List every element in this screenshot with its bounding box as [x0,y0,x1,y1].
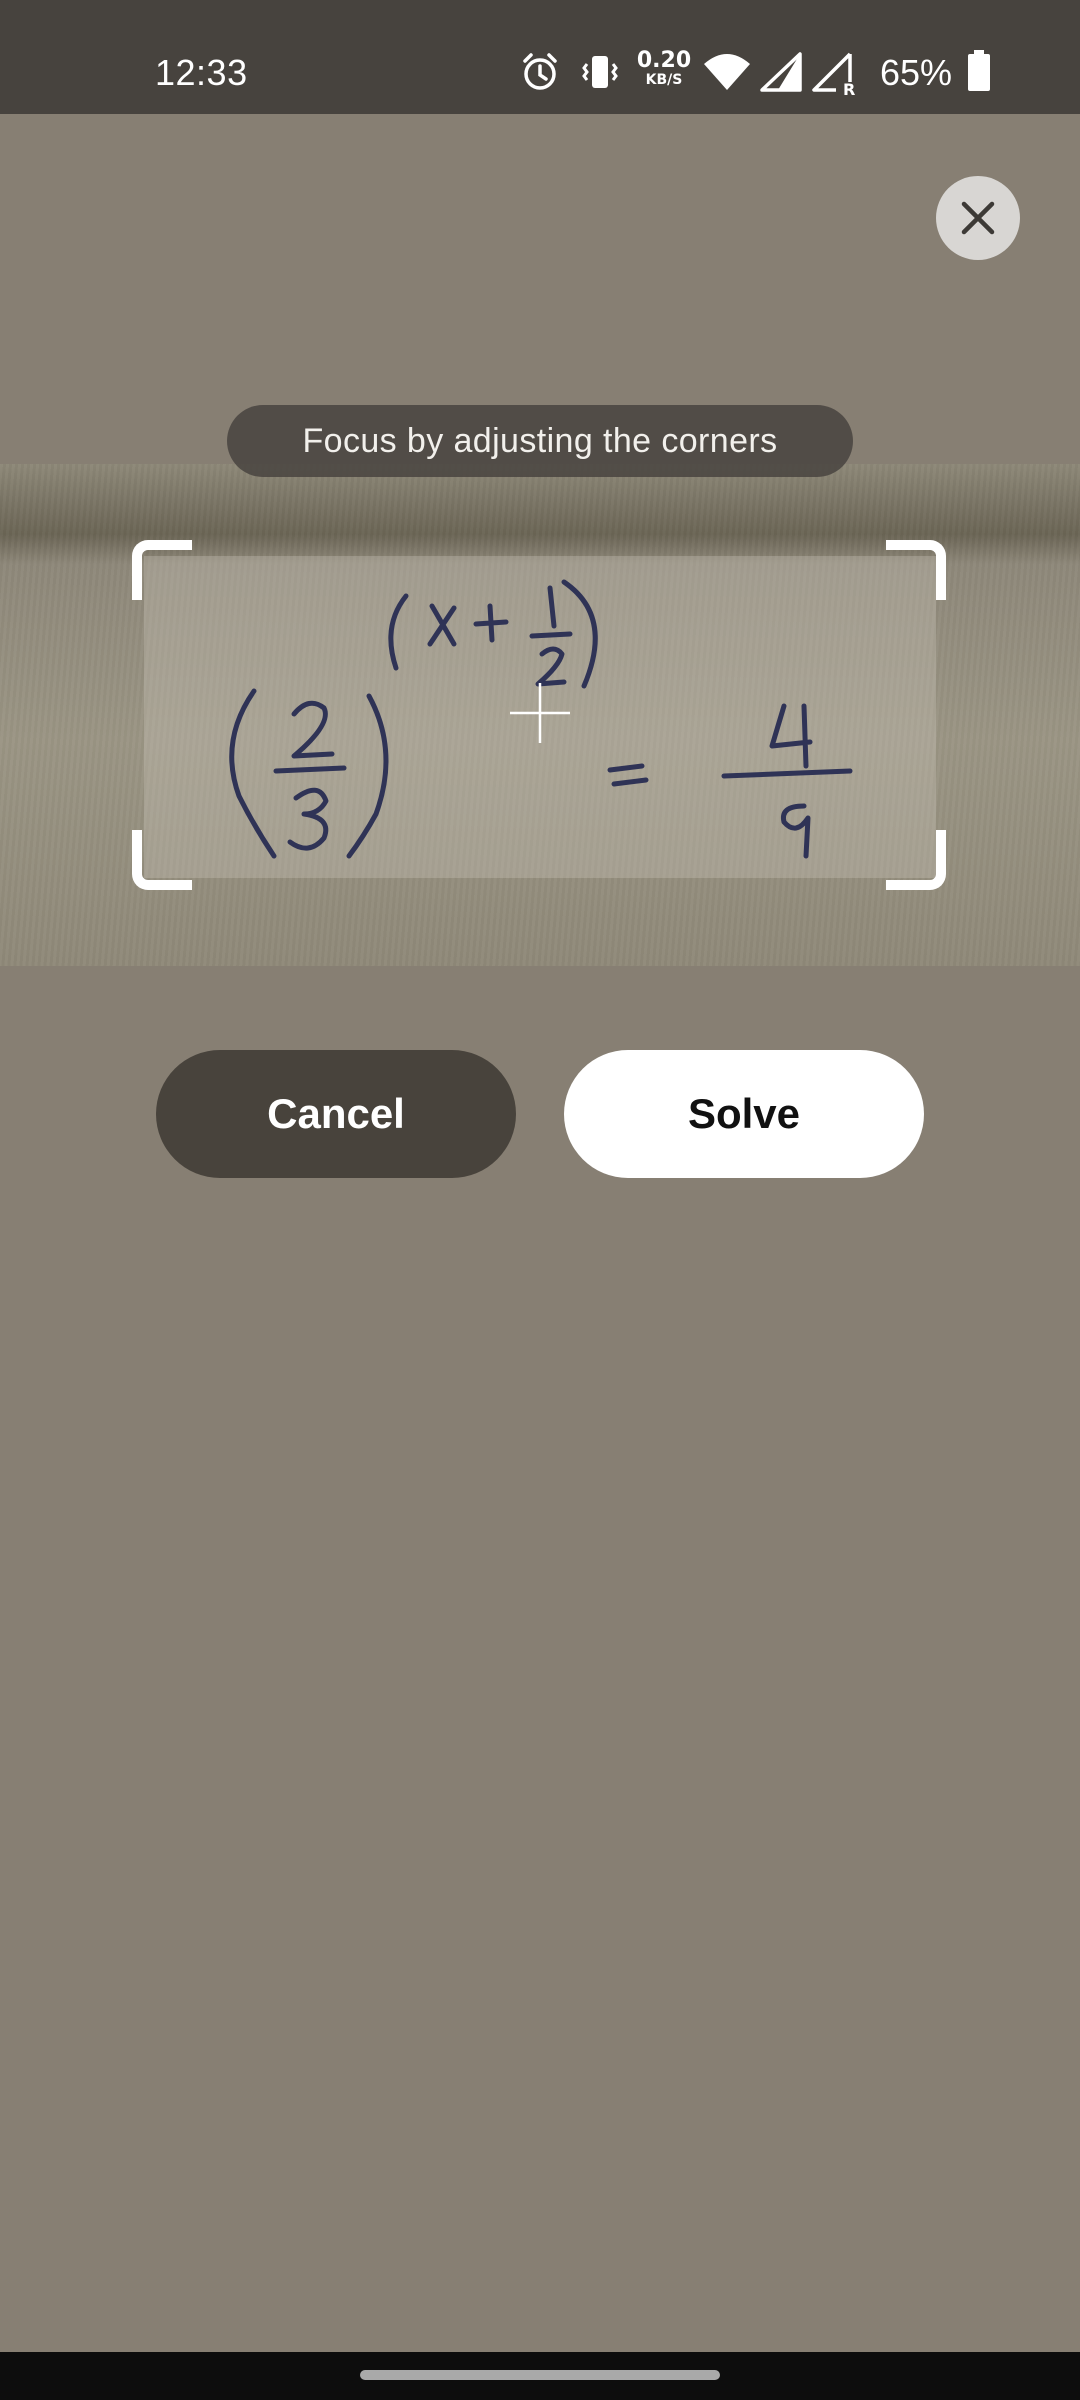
battery-icon [968,50,990,91]
wifi-icon [704,54,750,90]
cancel-button[interactable]: Cancel [156,1050,516,1178]
crosshair-icon [510,683,570,743]
solve-button[interactable]: Solve [564,1050,924,1178]
crop-handle-bottom-left[interactable] [132,830,192,890]
navigation-bar [0,2352,1080,2400]
close-icon [961,201,995,235]
vibrate-icon [582,56,618,88]
network-speed: 0.20 KB/S [636,48,692,88]
signal-roaming-icon: R [812,52,855,96]
crop-hint: Focus by adjusting the corners [227,405,853,477]
close-button[interactable] [936,176,1020,260]
crop-handle-bottom-right[interactable] [886,830,946,890]
status-time: 12:33 [155,52,248,93]
alarm-icon [523,53,557,90]
battery-percent: 65% [880,52,953,93]
home-gesture-handle[interactable] [360,2370,720,2380]
camera-crop-screen: 12:33 0.20 KB/S R 65% Focus by adjusting… [0,0,1080,2400]
crop-handle-top-right[interactable] [886,540,946,600]
status-bar: 12:33 0.20 KB/S R 65% [0,0,1080,114]
signal-icon [760,52,802,92]
svg-text:R: R [843,80,855,96]
crop-handle-top-left[interactable] [132,540,192,600]
